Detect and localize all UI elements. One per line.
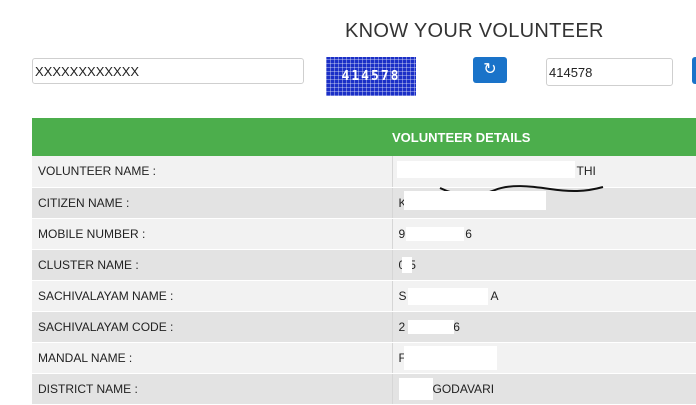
refresh-captcha-button[interactable]: ↻ bbox=[473, 57, 507, 83]
row-value: SA bbox=[392, 280, 696, 312]
table-row: CITIZEN NAME : K bbox=[32, 184, 696, 219]
value-suffix: 6 bbox=[453, 319, 460, 334]
row-value: THI bbox=[392, 156, 696, 188]
value-suffix: GODAVARI bbox=[432, 381, 495, 396]
row-label: MANDAL NAME : bbox=[32, 342, 393, 374]
redaction bbox=[396, 161, 575, 178]
value-prefix: S bbox=[398, 288, 407, 303]
submit-button[interactable] bbox=[692, 57, 696, 84]
page-title: KNOW YOUR VOLUNTEER bbox=[345, 20, 604, 42]
redaction bbox=[407, 287, 488, 305]
refresh-icon: ↻ bbox=[483, 61, 497, 78]
table-heading: VOLUNTEER DETAILS bbox=[32, 118, 696, 156]
row-label: SACHIVALAYAM CODE : bbox=[32, 311, 393, 343]
redaction bbox=[403, 345, 497, 370]
row-value: GODAVARI bbox=[392, 373, 696, 405]
redaction bbox=[403, 190, 546, 210]
row-label: VOLUNTEER NAME : bbox=[32, 156, 393, 188]
row-label: SACHIVALAYAM NAME : bbox=[32, 280, 393, 312]
table-row: MOBILE NUMBER : 96 bbox=[32, 218, 696, 250]
redaction bbox=[401, 256, 412, 273]
redaction bbox=[407, 319, 454, 334]
value-suffix: A bbox=[490, 288, 499, 303]
row-label: MOBILE NUMBER : bbox=[32, 218, 393, 250]
value-suffix: 6 bbox=[465, 226, 472, 241]
volunteer-details-table: VOLUNTEER DETAILS VOLUNTEER NAME : THI C… bbox=[32, 118, 696, 405]
row-label: CLUSTER NAME : bbox=[32, 249, 393, 281]
table-row: SACHIVALAYAM NAME : SA bbox=[32, 280, 696, 312]
redaction bbox=[405, 226, 464, 241]
row-value: 96 bbox=[392, 218, 696, 250]
redaction bbox=[398, 377, 433, 400]
row-label: CITIZEN NAME : bbox=[32, 187, 393, 219]
table-row: SACHIVALAYAM CODE : 26 bbox=[32, 311, 696, 343]
table-row: DISTRICT NAME : GODAVARI bbox=[32, 373, 696, 405]
row-label: DISTRICT NAME : bbox=[32, 373, 393, 405]
captcha-image: 414578 bbox=[326, 57, 416, 96]
aadhaar-input[interactable] bbox=[32, 58, 304, 84]
captcha-input[interactable] bbox=[546, 58, 673, 86]
value-prefix: 2 bbox=[398, 319, 406, 334]
table-row: CLUSTER NAME : 05 bbox=[32, 249, 696, 281]
row-value: K bbox=[392, 184, 696, 219]
value-suffix: THI bbox=[576, 164, 596, 179]
row-value: 26 bbox=[392, 311, 696, 343]
row-value: 05 bbox=[392, 249, 696, 281]
value-prefix: 9 bbox=[398, 226, 406, 241]
table-row: VOLUNTEER NAME : THI bbox=[32, 156, 696, 188]
table-row: MANDAL NAME : F bbox=[32, 342, 696, 374]
row-value: F bbox=[392, 342, 696, 374]
